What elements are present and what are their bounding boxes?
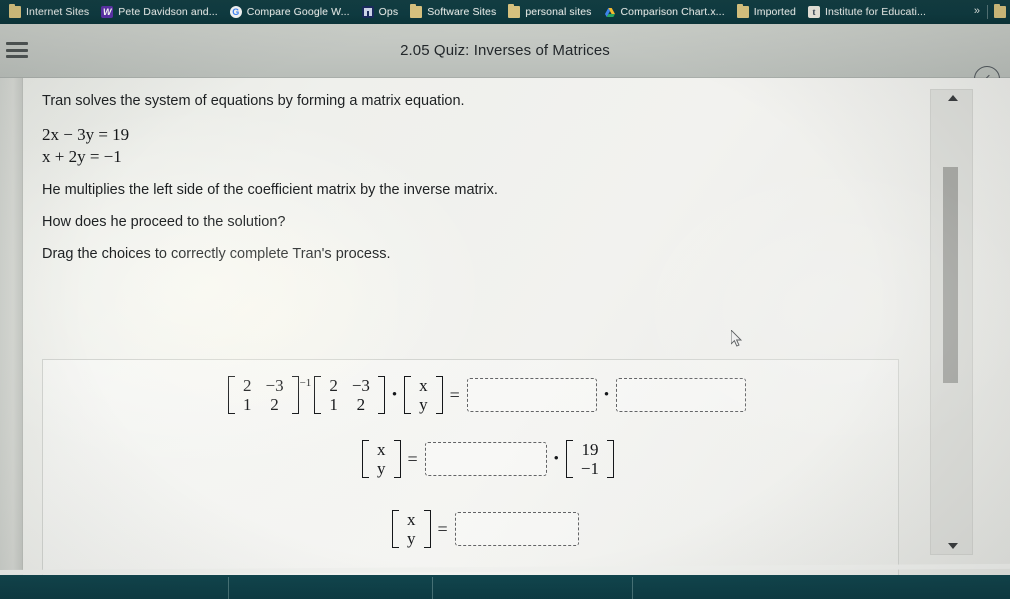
matrix-cell: x bbox=[407, 510, 416, 529]
quiz-content-area: Tran solves the system of equations by f… bbox=[0, 78, 1010, 576]
drop-blank-1b[interactable] bbox=[616, 378, 747, 412]
tumblr-icon: t bbox=[807, 6, 820, 18]
variable-vector: x y bbox=[404, 376, 443, 414]
taskbar-divider bbox=[228, 577, 229, 599]
matrix-cell: 2 bbox=[356, 395, 366, 414]
matrix-cell: x bbox=[419, 376, 428, 395]
matrix-cell: 2 bbox=[270, 395, 279, 414]
triangle-up-icon bbox=[947, 95, 958, 101]
bookmark-institute-for-education[interactable]: t Institute for Educati... bbox=[803, 2, 931, 22]
matrix-cell: 1 bbox=[243, 395, 252, 414]
bookmark-pete-davidson[interactable]: W Pete Davidson and... bbox=[96, 2, 222, 22]
drop-blank-1a[interactable] bbox=[466, 378, 597, 412]
folder-icon[interactable] bbox=[994, 4, 1006, 18]
bookmark-label: Pete Davidson and... bbox=[118, 6, 218, 18]
bookmark-label: Institute for Educati... bbox=[824, 6, 927, 18]
equals-sign: = bbox=[449, 384, 460, 405]
matrix-cell: 1 bbox=[329, 395, 338, 414]
triangle-down-icon bbox=[947, 543, 958, 549]
question-prompt: How does he proceed to the solution? bbox=[42, 214, 286, 230]
left-rail bbox=[0, 78, 23, 576]
table-icon bbox=[361, 6, 374, 18]
constant-vector: 19 −1 bbox=[565, 440, 615, 478]
page-title: 2.05 Quiz: Inverses of Matrices bbox=[400, 42, 610, 59]
folder-icon bbox=[9, 4, 21, 18]
matrix-cell: 2 bbox=[329, 376, 338, 395]
bookmark-comparison-chart[interactable]: Comparison Chart.x... bbox=[599, 2, 730, 22]
bookmark-overflow-button[interactable]: » bbox=[974, 5, 980, 17]
equation-1: 2x − 3y = 19 bbox=[42, 125, 130, 144]
matrix-cell: 19 bbox=[581, 440, 599, 459]
drag-instruction: Drag the choices to correctly complete T… bbox=[42, 246, 391, 262]
bookmark-imported[interactable]: Imported bbox=[732, 2, 801, 22]
question-statement: He multiplies the left side of the coeff… bbox=[42, 182, 498, 198]
folder-icon bbox=[410, 4, 423, 18]
scroll-up-button[interactable] bbox=[931, 90, 974, 106]
google-drive-icon bbox=[604, 6, 616, 18]
bookmark-personal-sites[interactable]: personal sites bbox=[503, 2, 596, 22]
bookmark-label: Ops bbox=[378, 6, 399, 18]
bookmark-label: Software Sites bbox=[427, 6, 497, 18]
multiplication-dot: • bbox=[553, 450, 559, 467]
bookmark-compare-google[interactable]: G Compare Google W... bbox=[225, 2, 355, 22]
work-row-3: x y = bbox=[392, 510, 579, 548]
matrix-cell: y bbox=[419, 395, 428, 414]
bookmark-label: Comparison Chart.x... bbox=[620, 6, 725, 18]
scroll-down-button[interactable] bbox=[931, 538, 974, 554]
equation-2: x + 2y = −1 bbox=[42, 147, 122, 166]
taskbar-divider bbox=[632, 577, 633, 599]
bookmark-label: personal sites bbox=[525, 6, 592, 18]
drop-blank-3a[interactable] bbox=[454, 512, 579, 546]
matrix-cell: −3 bbox=[265, 376, 284, 395]
folder-icon bbox=[508, 4, 521, 18]
work-row-2: x y = • 19 −1 bbox=[362, 440, 615, 478]
vertical-scrollbar[interactable] bbox=[930, 89, 973, 555]
equals-sign: = bbox=[437, 518, 448, 539]
variable-vector: x y bbox=[392, 510, 431, 548]
bookmark-internet-sites[interactable]: Internet Sites bbox=[4, 2, 94, 22]
yahoo-icon: W bbox=[101, 6, 114, 18]
screen: Internet Sites W Pete Davidson and... G … bbox=[0, 0, 1010, 599]
bookmark-software-sites[interactable]: Software Sites bbox=[405, 2, 501, 22]
system-of-equations: 2x − 3y = 19 x + 2y = −1 bbox=[42, 124, 682, 167]
drop-blank-2a[interactable] bbox=[424, 442, 547, 476]
taskbar-divider bbox=[432, 577, 433, 599]
bookmark-label: Compare Google W... bbox=[246, 6, 350, 18]
matrix-cell: y bbox=[377, 459, 386, 478]
matrix-cell: −1 bbox=[580, 459, 600, 478]
matrix-cell: y bbox=[407, 529, 416, 548]
work-row-1: 2 −3 1 2 −1 2 −3 1 2 • x y = • bbox=[228, 376, 747, 414]
folder-icon bbox=[736, 4, 749, 18]
inverse-exponent: −1 bbox=[299, 377, 312, 389]
multiplication-dot: • bbox=[603, 386, 610, 403]
question-text-block: Tran solves the system of equations by f… bbox=[42, 92, 682, 277]
variable-vector: x y bbox=[362, 440, 401, 478]
multiplication-dot: • bbox=[391, 386, 398, 403]
os-taskbar bbox=[0, 575, 1010, 599]
matrix-cell: x bbox=[377, 440, 386, 459]
scrollbar-thumb[interactable] bbox=[943, 167, 958, 383]
equals-sign: = bbox=[407, 448, 418, 469]
matrix-cell: 2 bbox=[243, 376, 252, 395]
bookmark-divider bbox=[987, 5, 988, 19]
app-header-bar: 2.05 Quiz: Inverses of Matrices bbox=[0, 24, 1010, 92]
question-intro: Tran solves the system of equations by f… bbox=[42, 93, 465, 109]
bookmark-ops[interactable]: Ops bbox=[357, 2, 404, 22]
google-icon: G bbox=[229, 6, 242, 18]
coefficient-matrix-inverse: 2 −3 1 2 bbox=[228, 376, 299, 414]
bookmark-label: Internet Sites bbox=[26, 6, 90, 18]
browser-bookmark-bar: Internet Sites W Pete Davidson and... G … bbox=[0, 0, 1010, 24]
matrix-cell: −3 bbox=[351, 376, 370, 395]
bookmark-label: Imported bbox=[753, 6, 796, 18]
coefficient-matrix: 2 −3 1 2 bbox=[314, 376, 385, 414]
